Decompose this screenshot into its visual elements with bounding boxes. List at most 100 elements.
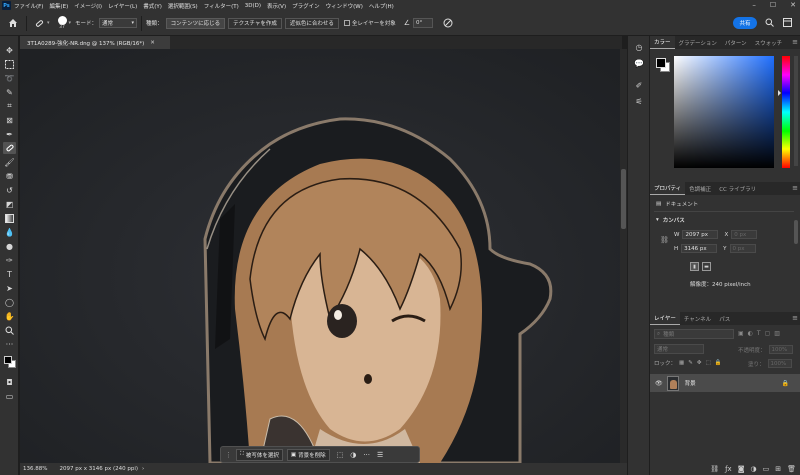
adjustments-icon[interactable]: ⚟ <box>633 96 645 107</box>
menu-plugins[interactable]: プラグイン <box>292 2 320 10</box>
eraser-tool-icon[interactable]: ◩ <box>3 198 16 210</box>
taskbar-settings-icon[interactable]: ☰ <box>377 451 383 459</box>
search-icon[interactable] <box>765 18 774 27</box>
adjustment-icon[interactable]: ◑ <box>350 451 356 459</box>
landscape-icon[interactable]: ▬ <box>702 262 711 271</box>
frame-tool-icon[interactable]: ⊠ <box>3 114 16 126</box>
lock-position-icon[interactable]: ✥ <box>697 360 702 366</box>
healing-brush-preset-icon[interactable] <box>31 18 47 29</box>
share-button[interactable]: 共有 <box>733 17 757 29</box>
tab-color[interactable]: カラー <box>650 36 675 49</box>
crop-tool-icon[interactable]: ⌗ <box>3 100 16 112</box>
menu-filter[interactable]: フィルター(T) <box>204 2 239 10</box>
width-input[interactable]: 2097 px <box>682 230 719 239</box>
chevron-down-icon[interactable]: ▾ <box>69 20 72 26</box>
workspace-icon[interactable] <box>783 18 792 27</box>
type-tool-icon[interactable]: T <box>3 268 16 280</box>
quick-selection-tool-icon[interactable]: ✎ <box>3 86 16 98</box>
panel-scrollbar[interactable] <box>794 56 798 166</box>
more-tools-icon[interactable]: ··· <box>3 338 16 350</box>
scrollbar-thumb[interactable] <box>621 169 626 229</box>
lock-image-icon[interactable]: ✎ <box>688 360 693 366</box>
panel-menu-icon[interactable]: ≡ <box>792 38 798 46</box>
document-tab[interactable]: 3T1A0289-強化-NR.dng @ 137% (RGB/16*) ✕ <box>20 36 170 49</box>
height-input[interactable]: 3146 px <box>681 244 718 253</box>
tab-swatches[interactable]: スウォッチ <box>751 36 787 49</box>
spot-healing-brush-tool-icon[interactable] <box>3 142 16 154</box>
panel-menu-icon[interactable]: ≡ <box>792 314 798 322</box>
tab-gradients[interactable]: グラデーション <box>675 36 721 49</box>
fill-input[interactable]: 100% <box>767 359 792 368</box>
foreground-color-swatch[interactable] <box>4 356 12 364</box>
brush-size-picker[interactable]: 37 <box>57 16 67 30</box>
pen-tool-icon[interactable]: ✑ <box>3 254 16 266</box>
gradient-tool-icon[interactable] <box>3 212 16 224</box>
opacity-input[interactable]: 100% <box>768 345 793 354</box>
new-group-icon[interactable]: ▭ <box>763 465 770 473</box>
home-icon[interactable] <box>4 18 22 28</box>
chevron-right-icon[interactable]: › <box>142 466 144 472</box>
tab-properties[interactable]: プロパティ <box>650 182 686 195</box>
tab-patterns[interactable]: パターン <box>721 36 751 49</box>
comments-panel-icon[interactable]: 💬 <box>633 58 645 69</box>
close-tab-icon[interactable]: ✕ <box>150 40 155 46</box>
clone-stamp-tool-icon[interactable]: ⛃ <box>3 170 16 182</box>
tab-adjustments[interactable]: 色調補正 <box>685 182 715 195</box>
transform-icon[interactable]: ⬚ <box>337 451 344 459</box>
screen-mode-icon[interactable]: ▭ <box>3 390 16 402</box>
path-selection-tool-icon[interactable]: ➤ <box>3 282 16 294</box>
shape-tool-icon[interactable]: ◯ <box>3 296 16 308</box>
blur-tool-icon[interactable]: 💧 <box>3 226 16 238</box>
menu-type[interactable]: 書式(Y) <box>143 2 162 10</box>
move-tool-icon[interactable]: ✥ <box>3 44 16 56</box>
content-aware-button[interactable]: コンテンツに応じる <box>165 17 226 29</box>
new-layer-icon[interactable]: ⊞ <box>775 465 781 473</box>
link-layers-icon[interactable]: ⛓ <box>710 465 719 473</box>
menu-edit[interactable]: 編集(E) <box>49 2 68 10</box>
hue-slider[interactable] <box>782 56 790 168</box>
maximize-icon[interactable]: ☐ <box>770 1 776 9</box>
more-options-icon[interactable]: ··· <box>363 451 370 459</box>
delete-layer-icon[interactable]: 🗑 <box>787 465 796 473</box>
zoom-tool-icon[interactable] <box>3 324 16 336</box>
history-brush-tool-icon[interactable]: ↺ <box>3 184 16 196</box>
layer-filter-input[interactable]: ⌕ 種類 <box>654 329 734 339</box>
lock-all-icon[interactable]: 🔒 <box>715 360 722 366</box>
properties-scrollbar[interactable] <box>794 220 798 244</box>
tab-paths[interactable]: パス <box>715 312 734 325</box>
remove-background-button[interactable]: ▣ 背景を削除 <box>286 448 330 461</box>
visibility-eye-icon[interactable]: 👁 <box>655 380 663 387</box>
all-layers-checkbox[interactable] <box>343 20 350 26</box>
menu-view[interactable]: 表示(V) <box>267 2 286 10</box>
lock-transparent-icon[interactable]: ▦ <box>679 360 684 366</box>
minimize-icon[interactable]: – <box>752 1 756 9</box>
filter-pixel-icon[interactable]: ▣ <box>738 330 744 337</box>
chevron-down-icon[interactable]: ▾ <box>47 20 50 26</box>
filter-adjustment-icon[interactable]: ◐ <box>748 330 753 337</box>
brush-tool-icon[interactable]: 🖌 <box>3 156 16 168</box>
filter-smart-icon[interactable]: ▥ <box>774 330 780 337</box>
filter-shape-icon[interactable]: ▢ <box>765 330 771 337</box>
drag-handle-icon[interactable]: ⋮ <box>225 451 232 459</box>
new-adjustment-layer-icon[interactable]: ◑ <box>751 465 757 473</box>
hue-slider-arrow-icon[interactable] <box>778 90 781 96</box>
canvas-section-header[interactable]: ▾ カンバス <box>656 216 685 224</box>
layer-lock-icon[interactable]: 🔒 <box>782 380 789 387</box>
brush-settings-icon[interactable]: ✐ <box>633 80 645 91</box>
menu-window[interactable]: ウィンドウ(W) <box>326 2 363 10</box>
menu-image[interactable]: イメージ(I) <box>74 2 102 10</box>
close-icon[interactable]: ✕ <box>790 1 796 9</box>
menu-file[interactable]: ファイル(F) <box>14 2 43 10</box>
link-dimensions-icon[interactable]: ⛓ <box>660 236 669 244</box>
hand-tool-icon[interactable]: ✋ <box>3 310 16 322</box>
select-subject-button[interactable]: ⛶ 被写体を選択 <box>236 448 283 461</box>
canvas-area[interactable] <box>20 49 620 463</box>
history-panel-icon[interactable]: ◷ <box>633 42 645 53</box>
tab-cc-libraries[interactable]: CC ライブラリ <box>715 182 760 195</box>
tab-channels[interactable]: チャンネル <box>680 312 715 325</box>
proximity-match-button[interactable]: 近似色に合わせる <box>284 17 339 29</box>
lock-artboard-icon[interactable]: ⬚ <box>705 360 710 366</box>
menu-select[interactable]: 選択範囲(S) <box>168 2 198 10</box>
angle-input[interactable]: 0° <box>413 18 433 28</box>
layer-style-icon[interactable]: ƒx <box>725 465 732 473</box>
